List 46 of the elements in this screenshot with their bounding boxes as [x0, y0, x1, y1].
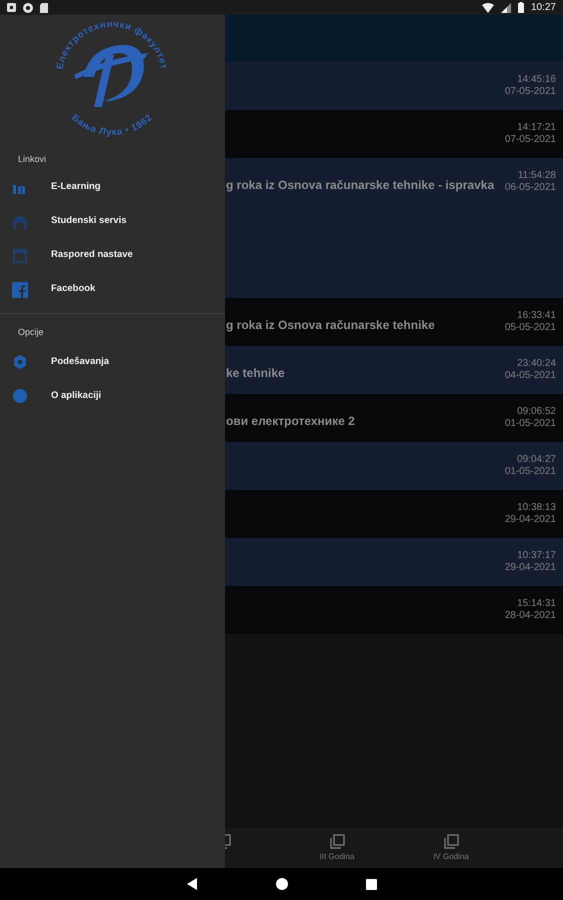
calendar-icon [12, 248, 28, 264]
recents-icon[interactable] [366, 878, 377, 890]
news-time: 10:37:17 [517, 550, 556, 562]
settings-icon [12, 354, 28, 370]
news-title: g roka iz Osnova računarske tehnike [226, 317, 436, 334]
news-title: g roka iz Osnova računarske tehnike - ispravka [226, 177, 496, 194]
facebook-icon [12, 282, 28, 298]
news-time: 11:54:28 [518, 170, 556, 182]
news-date: 04-05-2021 [504, 370, 556, 382]
year-tab[interactable]: IV Godina [433, 850, 469, 862]
news-date: 06-05-2021 [504, 182, 556, 194]
news-date: 28-04-2021 [504, 610, 556, 622]
info-icon [12, 388, 28, 404]
news-time: 16:33:41 [517, 310, 556, 322]
signal-icon [500, 2, 511, 12]
drawer-item[interactable]: Studenski servis [0, 204, 225, 238]
sd-card-icon [40, 2, 48, 12]
news-time: 23:40:24 [517, 358, 556, 370]
news-title: ke tehnike [226, 365, 286, 382]
news-date: 07-05-2021 [504, 134, 556, 146]
news-title: ови електротехнике 2 [226, 413, 356, 430]
wifi-icon [482, 2, 494, 12]
year-tab[interactable]: III Godina [320, 850, 354, 862]
news-time: 15:14:31 [517, 598, 556, 610]
year-tab-icon[interactable] [444, 834, 458, 848]
drawer-item[interactable]: E-Learning [0, 170, 225, 204]
drawer-item[interactable]: Raspored nastave [0, 238, 225, 272]
news-time: 09:04:27 [517, 454, 556, 466]
clock: 10:27 [530, 1, 556, 15]
news-date: 29-04-2021 [504, 514, 556, 526]
battery-icon [518, 2, 524, 13]
news-time: 10:38:13 [517, 502, 556, 514]
news-date: 07-05-2021 [504, 86, 556, 98]
news-time: 09:06:52 [517, 406, 556, 418]
news-date: 05-05-2021 [504, 322, 556, 334]
news-time: 14:17:21 [517, 122, 556, 134]
news-date: 01-05-2021 [504, 418, 556, 430]
news-date: 29-04-2021 [504, 562, 556, 574]
section-header: Opcije [18, 326, 44, 339]
news-time: 14:45:16 [517, 74, 556, 86]
house-icon [12, 214, 28, 230]
drawer-item[interactable]: Podešavanja [0, 345, 225, 379]
year-tab-icon[interactable] [330, 834, 344, 848]
home-icon[interactable] [276, 878, 288, 890]
news-date: 01-05-2021 [504, 466, 556, 478]
back-icon[interactable] [186, 878, 198, 890]
